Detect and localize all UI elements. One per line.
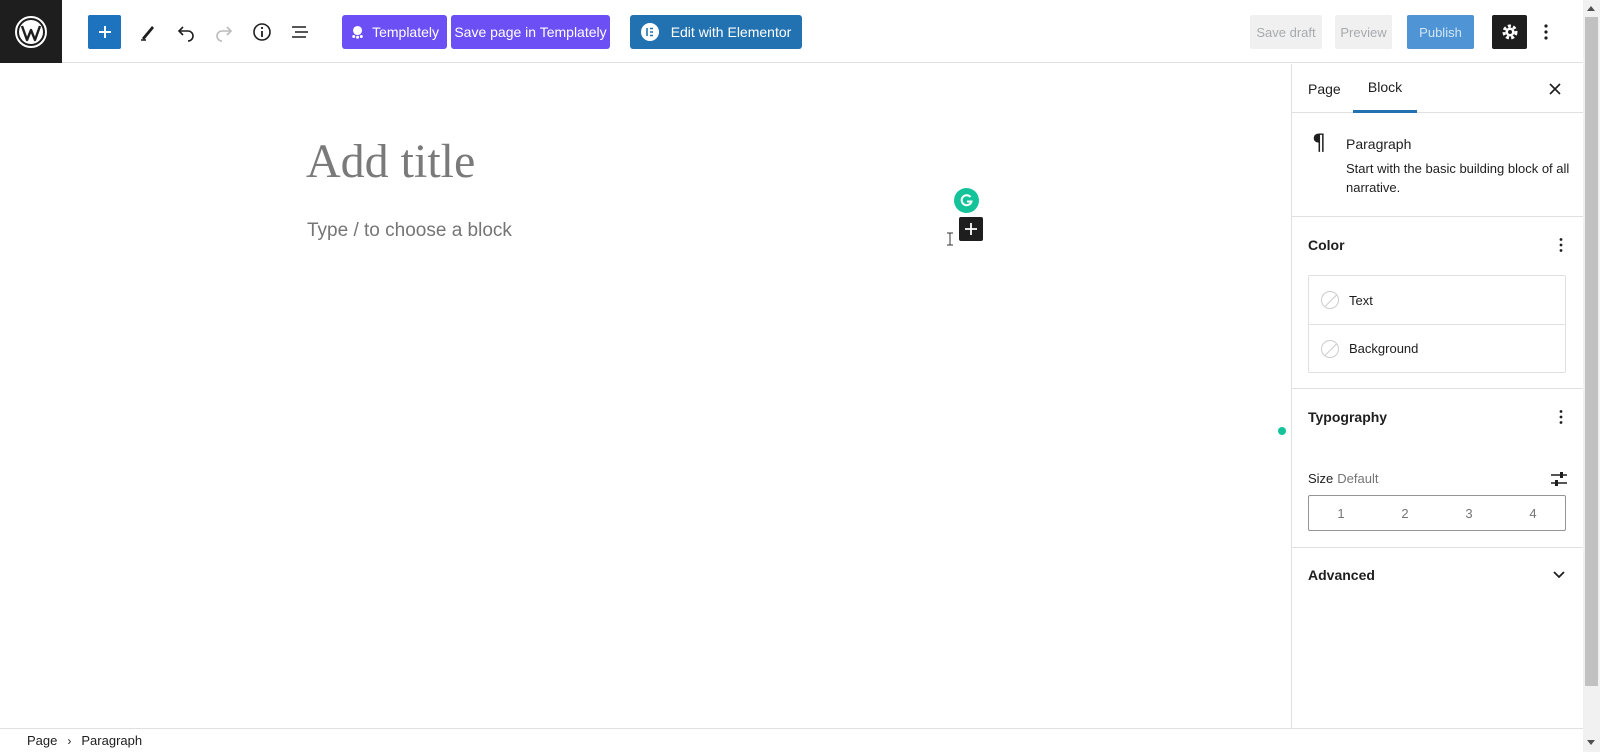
- settings-sliders-icon: [1551, 472, 1567, 486]
- more-vertical-icon: [1544, 24, 1548, 40]
- editor-canvas[interactable]: Add title Type / to choose a block: [0, 64, 1291, 728]
- sidebar-tabs: Page Block: [1292, 64, 1583, 113]
- block-breadcrumb: Page › Paragraph: [0, 728, 1583, 752]
- settings-sidebar: Page Block ¶ Paragraph Start with the ba…: [1291, 64, 1583, 728]
- undo-icon: [177, 26, 194, 42]
- list-view-icon: [292, 26, 308, 38]
- typography-options-button[interactable]: [1551, 407, 1571, 427]
- empty-swatch-icon: [1321, 339, 1339, 358]
- wordpress-icon: [15, 15, 47, 48]
- page-scrollbar[interactable]: [1583, 0, 1600, 752]
- font-size-toggle-group: 1 2 3 4: [1308, 495, 1566, 531]
- font-size-value: Default: [1337, 471, 1379, 486]
- block-card-description: Start with the basic building block of a…: [1346, 161, 1570, 195]
- tab-page[interactable]: Page: [1308, 64, 1341, 113]
- gear-icon: [1502, 24, 1517, 40]
- breadcrumb-item-page[interactable]: Page: [27, 733, 57, 748]
- plus-icon: [965, 223, 977, 235]
- chevron-down-icon: [1553, 571, 1565, 579]
- save-draft-button[interactable]: Save draft: [1250, 15, 1322, 49]
- tools-button[interactable]: [133, 15, 163, 49]
- close-icon: [1549, 83, 1561, 95]
- color-item-text[interactable]: Text: [1309, 276, 1565, 324]
- font-size-option[interactable]: 2: [1373, 496, 1437, 530]
- font-size-option[interactable]: 1: [1309, 496, 1373, 530]
- grammarly-button[interactable]: [954, 188, 979, 213]
- publish-button[interactable]: Publish: [1407, 15, 1474, 49]
- advanced-panel[interactable]: Advanced: [1292, 548, 1583, 602]
- elementor-icon: [640, 23, 659, 41]
- more-vertical-icon: [1559, 410, 1563, 424]
- font-size-option[interactable]: 3: [1437, 496, 1501, 530]
- grammarly-icon: [960, 194, 973, 207]
- publish-label: Publish: [1419, 24, 1462, 40]
- editor-header: Templately Save page in Templately Edit …: [0, 0, 1583, 63]
- paragraph-block-placeholder[interactable]: Type / to choose a block: [307, 220, 512, 242]
- font-size-row: Size Default: [1308, 471, 1379, 486]
- save-draft-label: Save draft: [1256, 24, 1316, 40]
- scroll-down-arrow-icon[interactable]: [1587, 740, 1595, 745]
- color-options-button[interactable]: [1551, 235, 1571, 255]
- font-size-label: Size: [1308, 471, 1334, 486]
- custom-size-button[interactable]: [1547, 467, 1571, 491]
- pencil-icon: [141, 26, 154, 41]
- options-menu-button[interactable]: [1536, 15, 1556, 49]
- breadcrumb-item-paragraph[interactable]: Paragraph: [81, 733, 142, 748]
- empty-swatch-icon: [1321, 291, 1339, 309]
- color-item-label: Text: [1349, 292, 1373, 308]
- templately-button[interactable]: Templately: [342, 15, 447, 49]
- text-cursor-icon: [947, 232, 953, 246]
- templately-icon: [352, 25, 363, 39]
- typography-panel: Typography Size Default 1 2 3 4: [1292, 389, 1583, 548]
- color-item-background[interactable]: Background: [1309, 324, 1565, 372]
- edit-with-elementor-button[interactable]: Edit with Elementor: [630, 15, 802, 49]
- block-inserter-button[interactable]: [959, 217, 983, 241]
- save-templately-label: Save page in Templately: [454, 24, 607, 40]
- templately-label: Templately: [372, 24, 439, 40]
- scroll-up-arrow-icon[interactable]: [1587, 6, 1595, 11]
- redo-button[interactable]: [209, 15, 239, 49]
- redo-icon: [216, 26, 233, 42]
- save-page-in-templately-button[interactable]: Save page in Templately: [451, 15, 610, 49]
- preview-label: Preview: [1340, 24, 1387, 40]
- more-vertical-icon: [1559, 238, 1563, 252]
- list-view-button[interactable]: [285, 15, 315, 49]
- font-size-option[interactable]: 4: [1501, 496, 1565, 530]
- wordpress-logo-button[interactable]: [0, 0, 62, 63]
- color-panel-heading: Color: [1308, 237, 1345, 253]
- color-panel: Color Text Background: [1292, 217, 1583, 389]
- plus-icon: [98, 26, 111, 38]
- scrollbar-thumb[interactable]: [1585, 17, 1598, 686]
- close-sidebar-button[interactable]: [1543, 77, 1567, 101]
- color-list: Text Background: [1308, 275, 1566, 373]
- add-block-button[interactable]: [88, 15, 121, 49]
- color-item-label: Background: [1349, 341, 1419, 356]
- preview-button[interactable]: Preview: [1335, 15, 1392, 49]
- chevron-right-icon: ›: [67, 733, 72, 748]
- details-button[interactable]: [247, 15, 277, 49]
- undo-button[interactable]: [171, 15, 201, 49]
- block-card: ¶ Paragraph Start with the basic buildin…: [1292, 113, 1583, 217]
- post-title-input[interactable]: Add title: [306, 134, 475, 189]
- typography-panel-heading: Typography: [1308, 409, 1388, 425]
- status-dot: [1278, 427, 1286, 435]
- info-icon: [253, 23, 271, 41]
- paragraph-icon: ¶: [1312, 131, 1326, 156]
- elementor-label: Edit with Elementor: [670, 24, 792, 40]
- tab-block[interactable]: Block: [1353, 64, 1417, 113]
- advanced-panel-heading: Advanced: [1308, 567, 1375, 583]
- block-card-title: Paragraph: [1346, 136, 1412, 152]
- settings-button[interactable]: [1492, 15, 1527, 49]
